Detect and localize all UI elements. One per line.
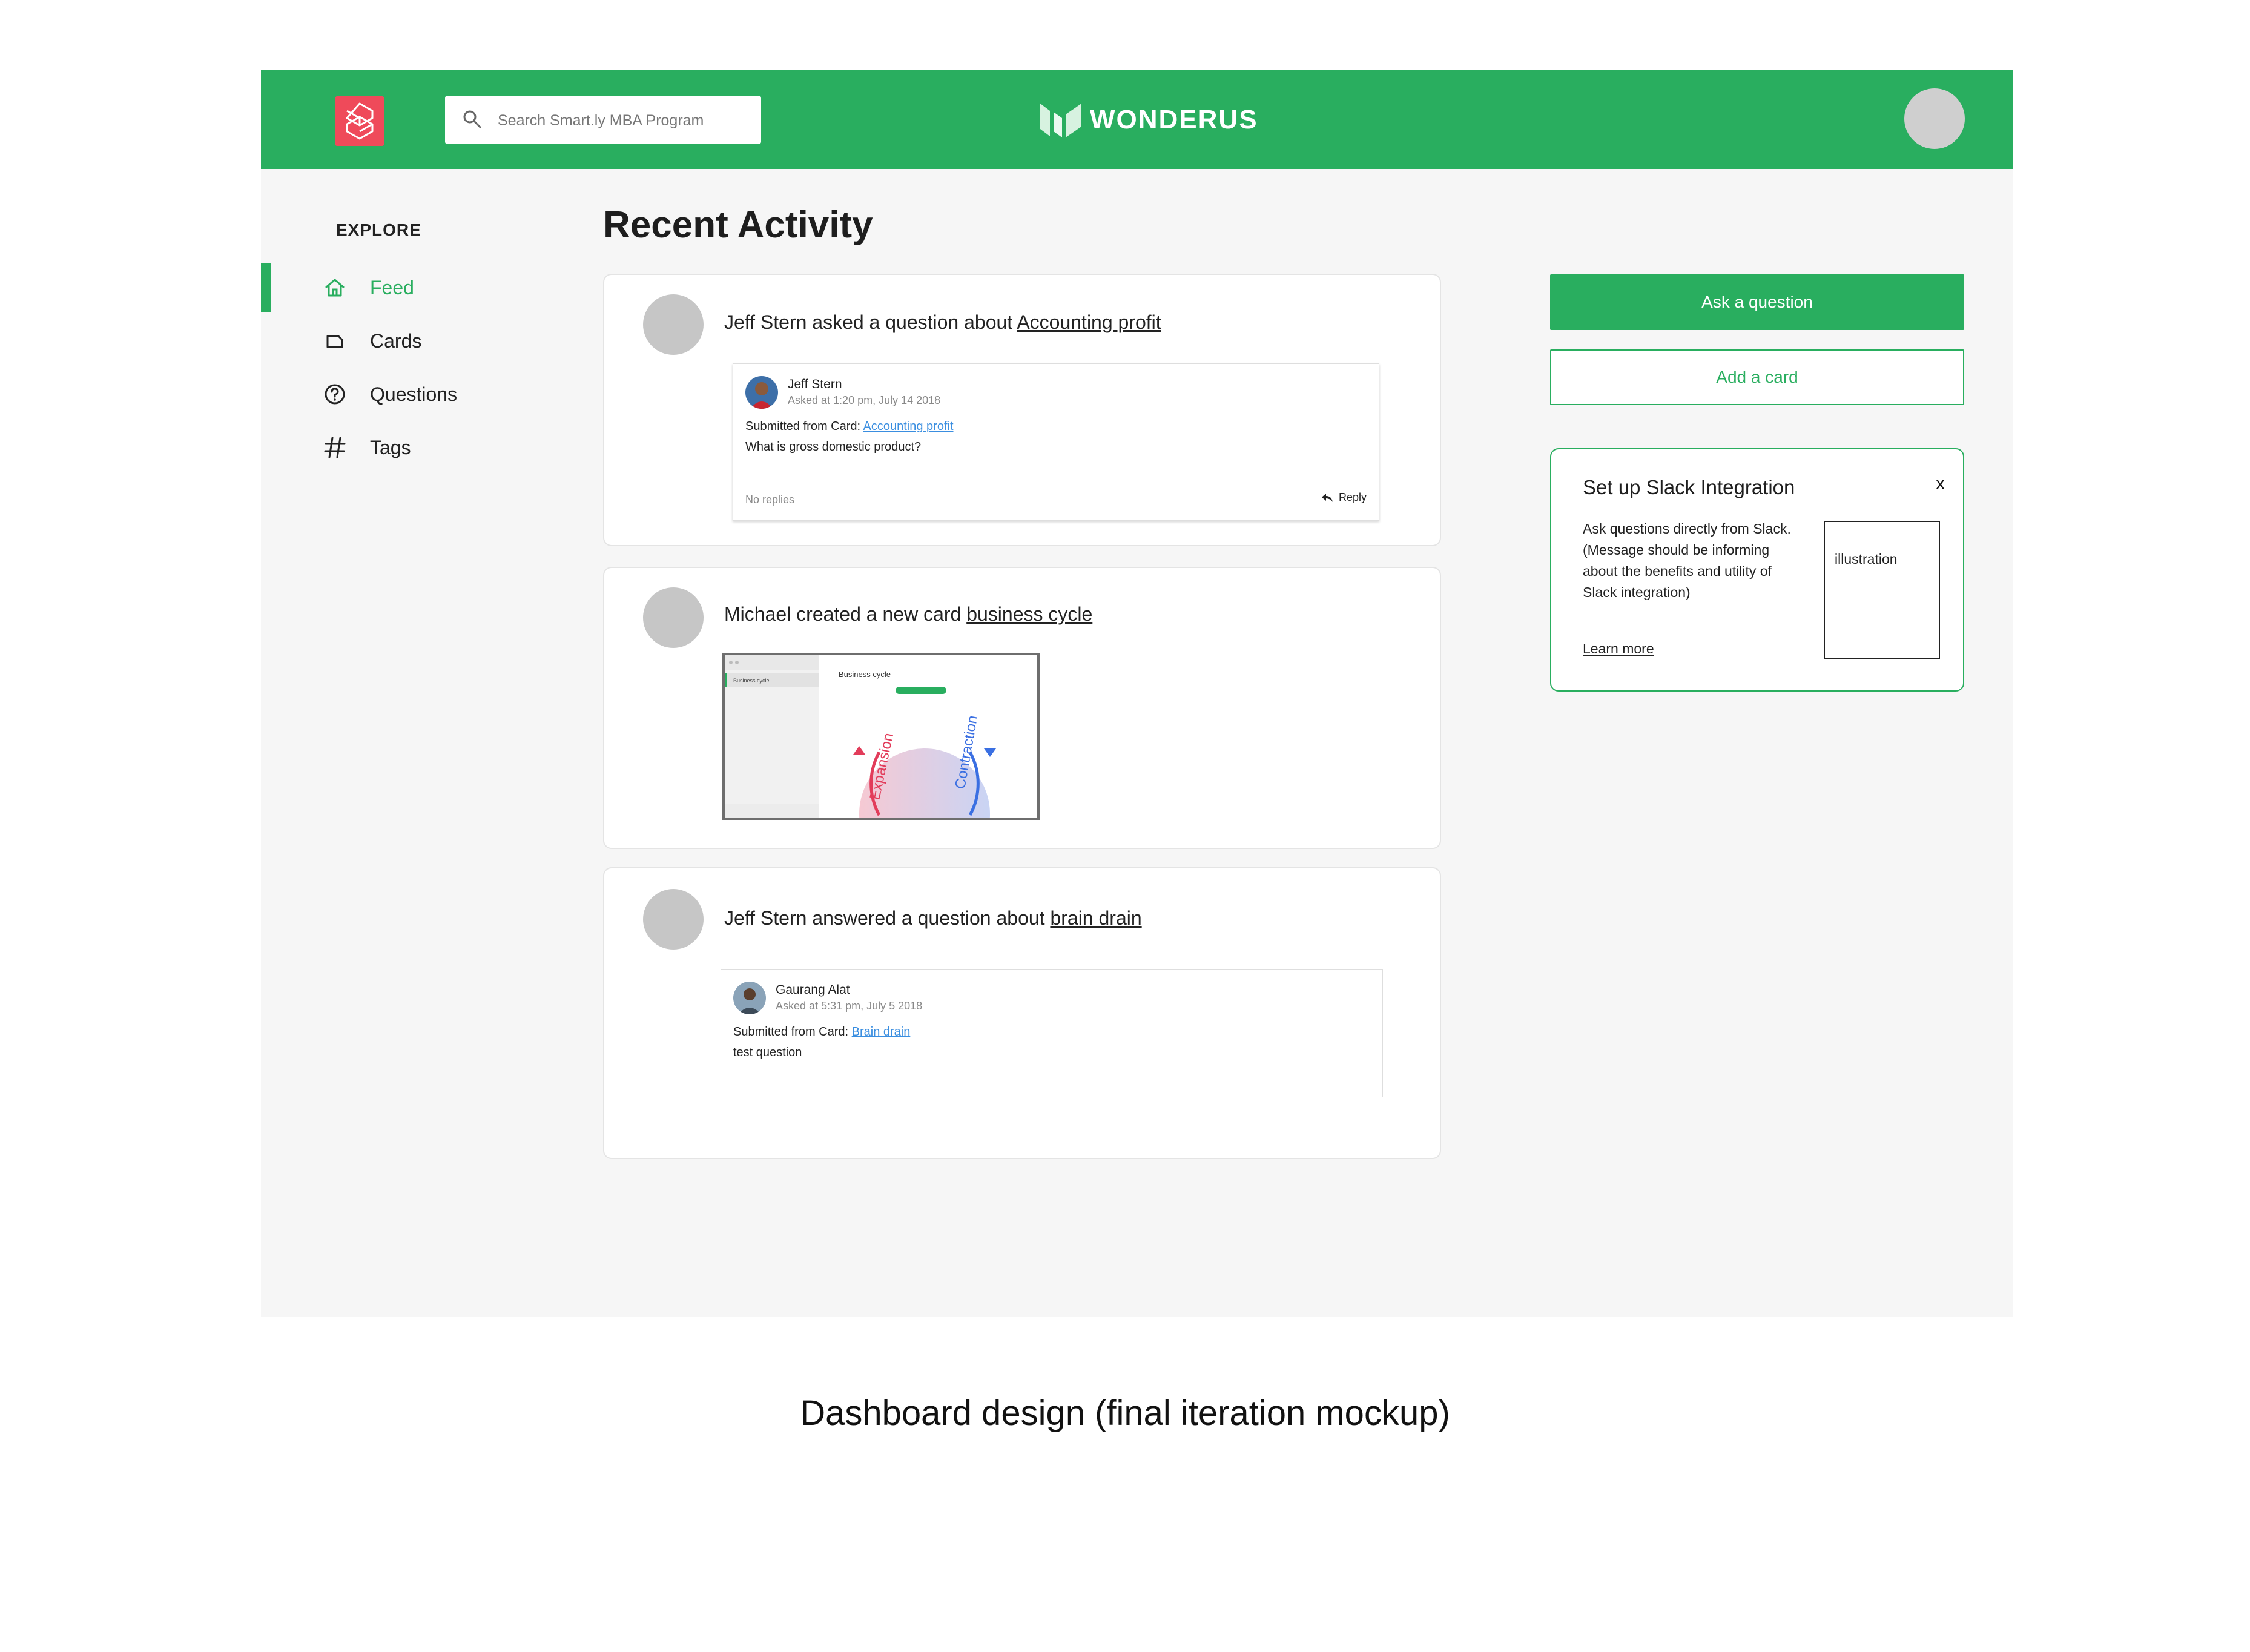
panel-description: Ask questions directly from Slack. (Mess… [1583, 521, 1791, 600]
activity-card: Michael created a new card business cycl… [603, 567, 1441, 849]
reply-icon [1321, 493, 1333, 502]
search-box[interactable] [445, 96, 761, 144]
card-preview-thumbnail[interactable]: Business cycle Business cycle Expansion … [722, 653, 1040, 820]
svg-text:Business cycle: Business cycle [839, 670, 891, 679]
topic-link[interactable]: Accounting profit [1017, 311, 1161, 333]
sidebar-item-label: Feed [370, 277, 414, 299]
reply-button[interactable]: Reply [1321, 491, 1367, 504]
app-logo-icon [346, 102, 374, 140]
app-logo[interactable] [335, 96, 384, 146]
avatar[interactable] [643, 294, 704, 355]
avatar[interactable] [643, 587, 704, 648]
sidebar-section-title: EXPLORE [336, 220, 421, 239]
search-input[interactable] [497, 107, 747, 134]
author-name: Jeff Stern [788, 377, 842, 391]
topic-link[interactable]: business cycle [966, 603, 1092, 625]
author-avatar [733, 982, 766, 1014]
question-timestamp: Asked at 1:20 pm, July 14 2018 [788, 394, 941, 406]
illustration-placeholder: illustration [1824, 521, 1940, 659]
sidebar-item-label: Tags [370, 437, 411, 458]
reply-count: No replies [745, 494, 795, 506]
close-button[interactable]: x [1936, 474, 1945, 494]
card-icon [326, 335, 343, 348]
author-avatar [745, 376, 778, 409]
panel-title: Set up Slack Integration [1583, 476, 1795, 498]
add-card-button[interactable]: Add a card [1550, 349, 1964, 405]
brand-logo[interactable]: WONDERUS [1038, 96, 1258, 144]
user-avatar[interactable] [1904, 88, 1965, 149]
figure-caption: Dashboard design (final iteration mockup… [800, 1393, 1450, 1433]
wonderus-logo-icon [1040, 104, 1081, 137]
sidebar-item-label: Cards [370, 330, 422, 352]
activity-card: Jeff Stern answered a question about bra… [603, 867, 1441, 1159]
page-title: Recent Activity [603, 204, 873, 246]
search-icon [463, 110, 481, 128]
question-text: What is gross domestic product? [745, 440, 922, 454]
topic-link[interactable]: brain drain [1050, 907, 1141, 929]
illustration-label: illustration [1835, 551, 1898, 567]
brand-name: WONDERUS [1090, 105, 1258, 134]
app-window: WONDERUS EXPLORE Feed Cards Questions [261, 70, 2013, 1317]
question-circle-icon [325, 384, 345, 405]
activity-card: Jeff Stern asked a question about Accoun… [603, 274, 1441, 546]
question-preview[interactable]: Gaurang Alat Asked at 5:31 pm, July 5 20… [721, 969, 1383, 1097]
ask-question-button[interactable]: Ask a question [1550, 274, 1964, 330]
sidebar-item-cards[interactable]: Cards [261, 317, 503, 365]
author-name: Gaurang Alat [776, 983, 850, 997]
avatar[interactable] [643, 889, 704, 950]
submitted-from: Submitted from Card: Accounting profit [745, 420, 954, 433]
home-icon [325, 279, 345, 297]
question-preview[interactable]: Jeff Stern Asked at 1:20 pm, July 14 201… [733, 363, 1379, 521]
activity-headline: Michael created a new card business cycl… [724, 603, 1093, 625]
svg-text:Business cycle: Business cycle [733, 678, 770, 684]
hash-icon [324, 437, 346, 458]
card-link[interactable]: Brain drain [852, 1025, 911, 1039]
sidebar-item-questions[interactable]: Questions [261, 370, 503, 418]
slack-integration-panel: Set up Slack Integration x Ask questions… [1550, 448, 1964, 692]
question-text: test question [733, 1046, 802, 1059]
sidebar-item-feed[interactable]: Feed [261, 263, 503, 312]
learn-more-link[interactable]: Learn more [1583, 641, 1654, 657]
sidebar-item-label: Questions [370, 383, 458, 405]
top-bar: WONDERUS [261, 70, 2013, 169]
sidebar-item-tags[interactable]: Tags [261, 423, 503, 472]
card-link[interactable]: Accounting profit [863, 420, 954, 433]
business-cycle-preview: Business cycle Business cycle Expansion … [725, 655, 996, 818]
submitted-from: Submitted from Card: Brain drain [733, 1025, 911, 1039]
question-timestamp: Asked at 5:31 pm, July 5 2018 [776, 1000, 923, 1012]
activity-headline: Jeff Stern answered a question about bra… [724, 907, 1142, 929]
activity-headline: Jeff Stern asked a question about Accoun… [724, 311, 1161, 333]
